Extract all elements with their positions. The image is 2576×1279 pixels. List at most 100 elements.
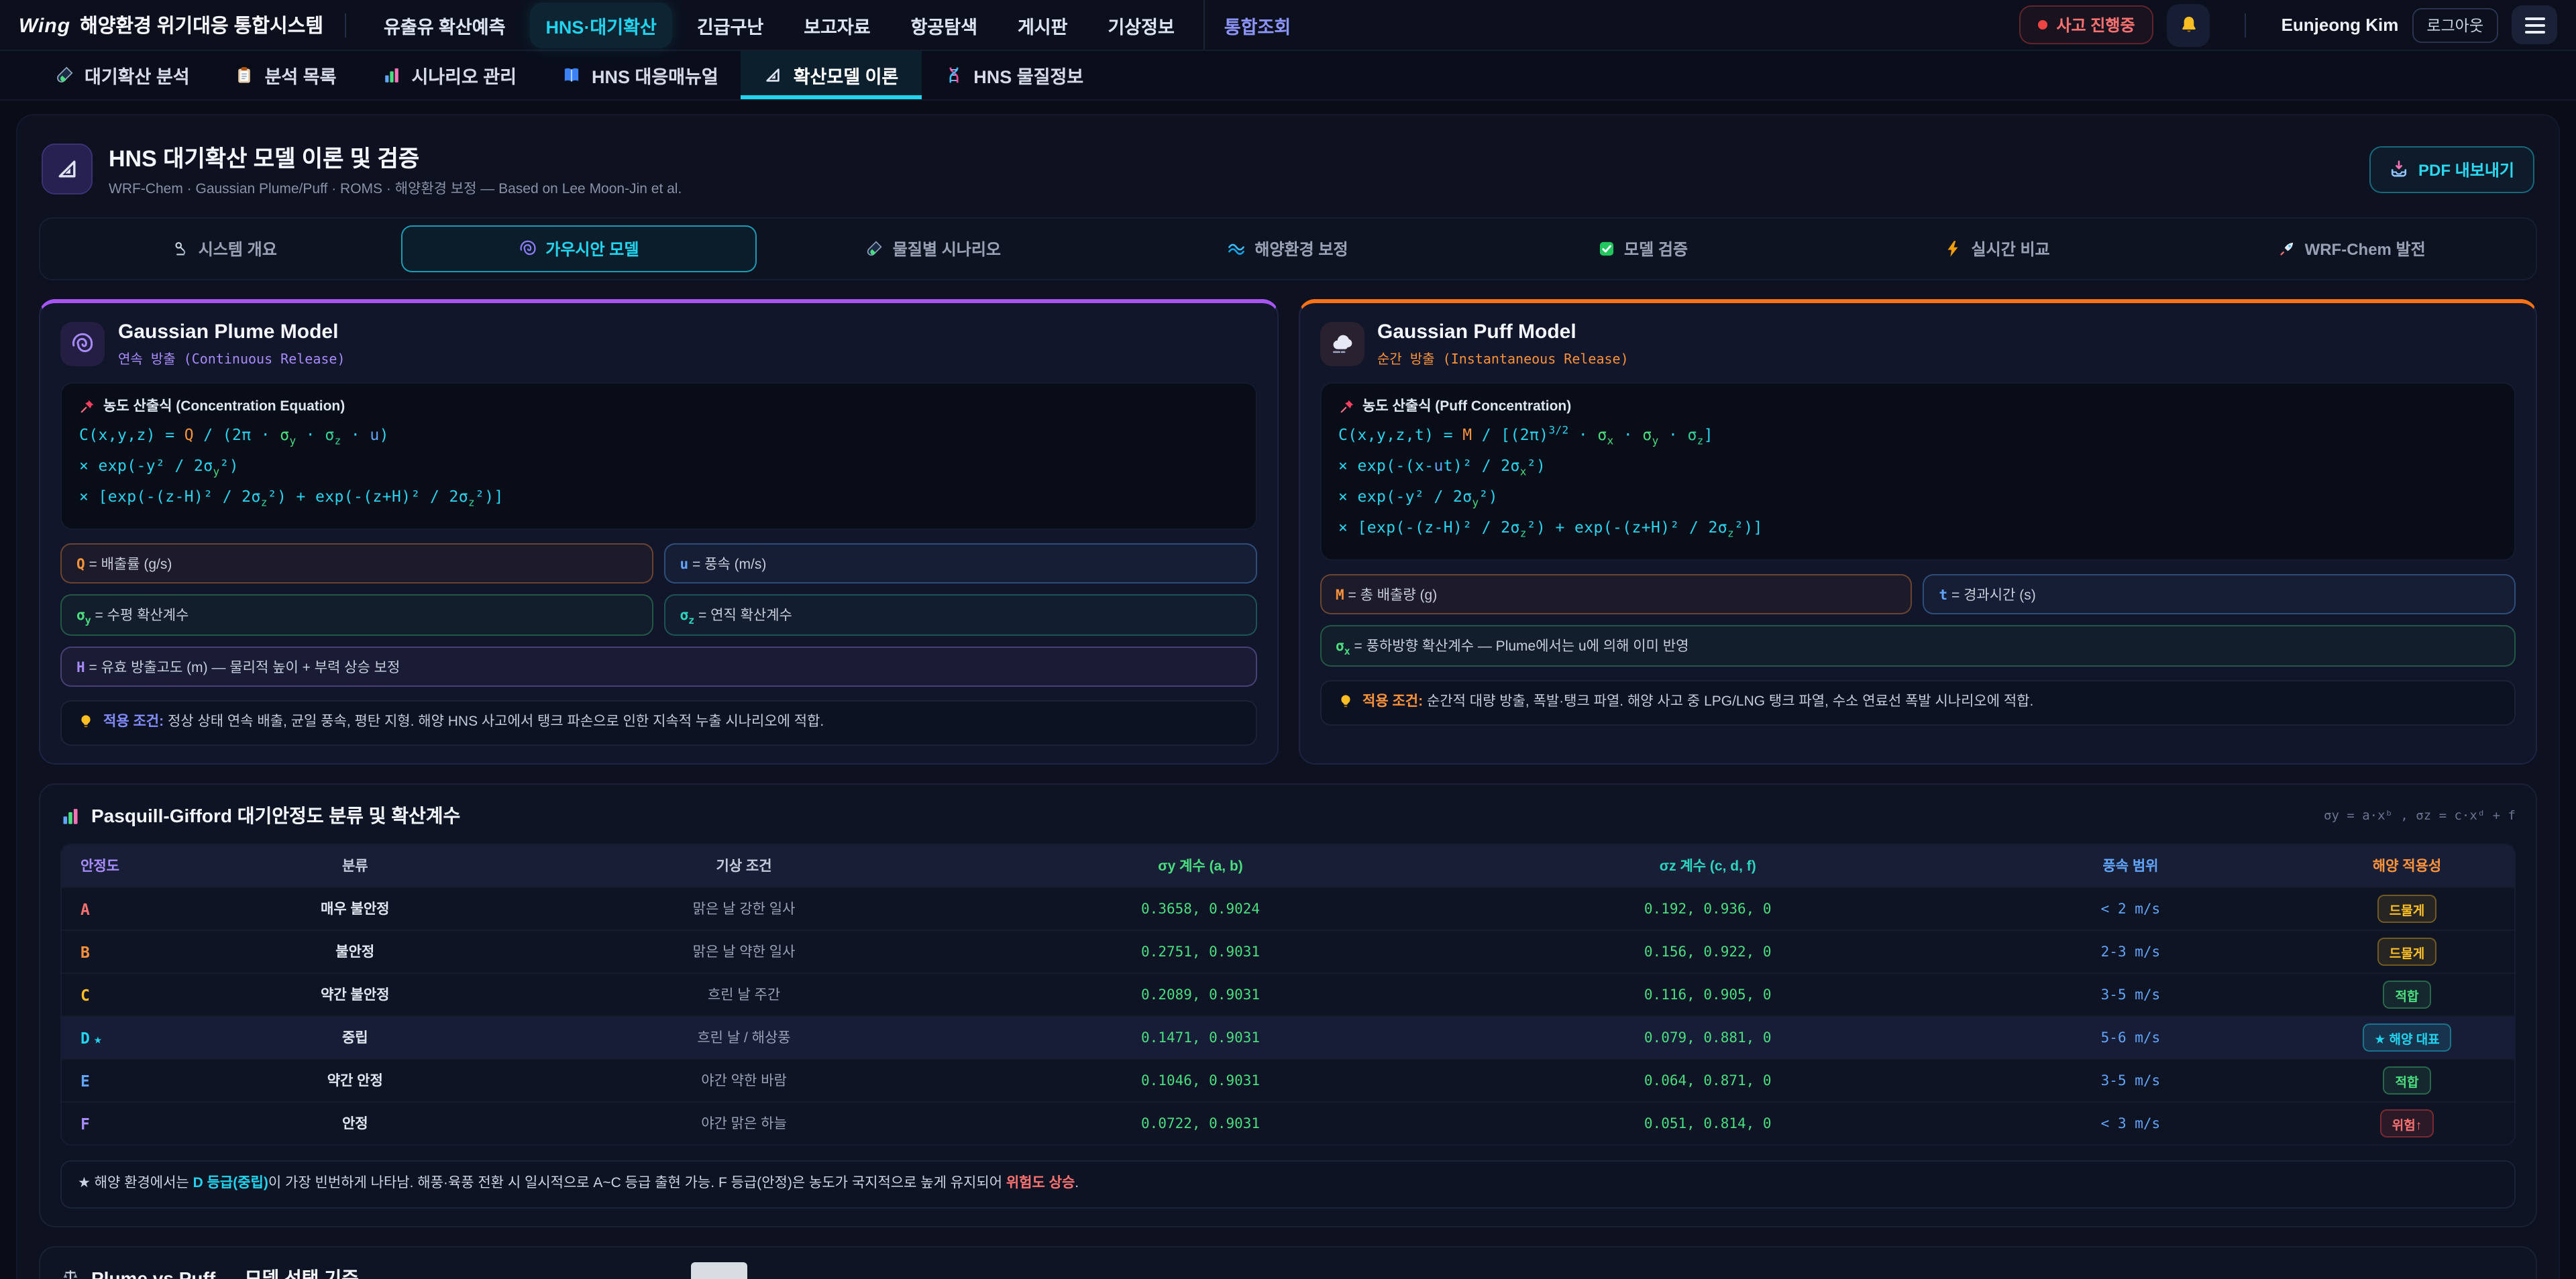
- subnav-tab-1[interactable]: 분석 목록: [213, 51, 360, 99]
- nav-item-5[interactable]: 게시판: [1002, 2, 1084, 48]
- spiral-icon: [519, 240, 536, 258]
- cell-badge: 적합: [2300, 1060, 2514, 1101]
- test-tube-icon: [866, 240, 883, 258]
- puff-note-text: 순간적 대량 방출, 폭발·탱크 파열. 해양 사고 중 LPG/LNG 탱크 …: [1427, 694, 2033, 710]
- plume-note-label: 적용 조건:: [103, 714, 164, 730]
- section-tab-label: 해양환경 보정: [1254, 237, 1348, 260]
- subnav-tab-4[interactable]: 확산모델 이론: [741, 51, 922, 99]
- hamburger-menu-button[interactable]: [2512, 5, 2557, 44]
- model-selection-title-wrap: Plume vs Puff — 모델 선택 기준: [60, 1265, 2516, 1279]
- notifications-button[interactable]: [2167, 3, 2210, 46]
- subnav-tab-label: 분석 목록: [265, 62, 337, 89]
- plume-card-subtitle: 연속 방출 (Continuous Release): [118, 347, 345, 368]
- gaussian-plume-card: Gaussian Plume Model 연속 방출 (Continuous R…: [39, 299, 1278, 765]
- section-tab-3[interactable]: 해양환경 보정: [1111, 225, 1466, 272]
- section-tab-0[interactable]: 시스템 개요: [47, 225, 402, 272]
- cell-klass: 매우 불안정: [169, 892, 541, 926]
- app-logo[interactable]: Wing 해양환경 위기대응 통합시스템: [19, 11, 323, 39]
- table-row-B: B불안정맑은 날 약한 일사0.2751, 0.90310.156, 0.922…: [62, 930, 2514, 972]
- incident-status-badge[interactable]: 사고 진행중: [2019, 5, 2153, 44]
- logo-mark: Wing: [19, 15, 70, 38]
- section-tab-4[interactable]: 모델 검증: [1465, 225, 1820, 272]
- scales-icon: [60, 1268, 80, 1279]
- section-tab-2[interactable]: 물질별 시나리오: [756, 225, 1111, 272]
- param-2: σy = 수평 확산계수: [60, 595, 653, 636]
- applicability-badge: ★ 해양 대표: [2362, 1023, 2452, 1052]
- model-selection-title: Plume vs Puff — 모델 선택 기준: [91, 1265, 359, 1279]
- subnav-tab-2[interactable]: 시나리오 관리: [359, 51, 539, 99]
- stability-grade: A: [62, 893, 169, 925]
- top-navigation-bar: Wing 해양환경 위기대응 통합시스템 유출유 확산예측HNS·대기확산긴급구…: [0, 0, 2576, 51]
- stability-grade: E: [62, 1064, 169, 1097]
- param-1: t = 경과시간 (s): [1923, 575, 2516, 615]
- param-symbol: σz: [680, 608, 695, 624]
- cell-badge: ★ 해양 대표: [2300, 1017, 2514, 1058]
- cell-sz: 0.051, 0.814, 0: [1454, 1109, 1962, 1138]
- plume-card-header: Gaussian Plume Model 연속 방출 (Continuous R…: [60, 321, 1256, 368]
- plume-card-icon-box: [60, 322, 105, 366]
- cell-sz: 0.192, 0.936, 0: [1454, 894, 1962, 924]
- nav-item-integrated-search[interactable]: 통합조회: [1224, 11, 1291, 38]
- topbar-right: 사고 진행중 Eunjeong Kim 로그아웃: [2019, 3, 2557, 46]
- puff-note-label: 적용 조건:: [1362, 694, 1423, 710]
- pdf-export-button[interactable]: PDF 내보내기: [2369, 146, 2534, 192]
- stability-table-note: ★ 해양 환경에서는 D 등급(중립)이 가장 빈번하게 나타남. 해풍·육풍 …: [60, 1160, 2516, 1209]
- section-tab-1[interactable]: 가우시안 모델: [402, 225, 757, 272]
- table-column-header-5: 풍속 범위: [1962, 845, 2300, 887]
- equation-line-1: × exp(-y² / 2σy²): [79, 452, 1238, 483]
- subnav-tab-label: HNS 물질정보: [973, 62, 1083, 89]
- applicability-badge: 적합: [2383, 981, 2431, 1009]
- page-header: HNS 대기확산 모델 이론 및 검증 WRF-Chem · Gaussian …: [42, 140, 2534, 199]
- cell-wind: < 3 m/s: [1962, 1109, 2300, 1138]
- plume-note-text: 정상 상태 연속 배출, 균일 풍속, 평탄 지형. 해양 HNS 사고에서 탱…: [168, 714, 824, 730]
- subnav-tab-0[interactable]: 대기확산 분석: [32, 51, 213, 99]
- test-tube-icon: [55, 66, 74, 85]
- equation-line-0: C(x,y,z,t) = M / [(2π)3/2 · σx · σy · σz…: [1338, 421, 2497, 452]
- stability-table-header-row: Pasquill-Gifford 대기안정도 분류 및 확산계수 σy = a·…: [60, 802, 2516, 829]
- nav-item-1[interactable]: HNS·대기확산: [529, 2, 672, 48]
- nav-item-3[interactable]: 보고자료: [788, 2, 886, 48]
- param-desc: = 배출률 (g/s): [85, 557, 172, 573]
- pin-icon: [1338, 398, 1354, 414]
- cell-badge: 적합: [2300, 974, 2514, 1015]
- cell-sz: 0.116, 0.905, 0: [1454, 980, 1962, 1009]
- puff-equation-block: 농도 산출식 (Puff Concentration) C(x,y,z,t) =…: [1320, 382, 2516, 561]
- nav-item-0[interactable]: 유출유 확산예측: [368, 2, 521, 48]
- plume-card-title: Gaussian Plume Model: [118, 321, 345, 343]
- cell-wind: 5-6 m/s: [1962, 1023, 2300, 1052]
- puff-equation-label-row: 농도 산출식 (Puff Concentration): [1338, 396, 2497, 416]
- applicability-badge: 위험↑: [2380, 1109, 2434, 1137]
- cell-sy: 0.0722, 0.9031: [947, 1109, 1454, 1138]
- bulb-icon: [78, 714, 94, 730]
- subnav-tab-label: HNS 대응매뉴얼: [592, 62, 718, 89]
- section-tab-label: 모델 검증: [1624, 237, 1688, 260]
- param-desc: = 유효 방출고도 (m) — 물리적 높이 + 부력 상승 보정: [85, 660, 400, 676]
- nav-special-wrap: 통합조회: [1204, 0, 1291, 50]
- stability-grade: D★: [62, 1021, 169, 1054]
- param-3: σz = 연직 확산계수: [664, 595, 1257, 636]
- nav-item-4[interactable]: 항공탐색: [895, 2, 994, 48]
- subnav-tab-label: 대기확산 분석: [85, 62, 190, 89]
- stability-grade: F: [62, 1107, 169, 1139]
- param-symbol: Q: [76, 557, 85, 573]
- sigma-formula-note: σy = a·xᵇ , σz = c·xᵈ + f: [2324, 808, 2516, 823]
- bell-icon: [2179, 15, 2199, 35]
- param-desc: = 풍하방향 확산계수 — Plume에서는 u에 의해 이미 반영: [1350, 638, 1689, 655]
- section-tab-6[interactable]: WRF-Chem 발전: [2174, 225, 2529, 272]
- logout-button[interactable]: 로그아웃: [2412, 7, 2498, 42]
- section-tab-5[interactable]: 실시간 비교: [1820, 225, 2175, 272]
- subnav-tab-5[interactable]: HNS 물질정보: [921, 51, 1106, 99]
- puff-cloud-icon: [1330, 333, 1353, 355]
- param-desc: = 연직 확산계수: [694, 608, 792, 624]
- nav-item-2[interactable]: 긴급구난: [681, 2, 780, 48]
- param-desc: = 총 배출량 (g): [1344, 588, 1438, 604]
- nav-item-6[interactable]: 기상정보: [1091, 2, 1190, 48]
- puff-card-header: Gaussian Puff Model 순간 방출 (Instantaneous…: [1320, 321, 2516, 368]
- set-square-icon: [764, 66, 783, 85]
- stability-table-title-wrap: Pasquill-Gifford 대기안정도 분류 및 확산계수: [60, 802, 460, 829]
- subnav-tab-3[interactable]: HNS 대응매뉴얼: [539, 51, 741, 99]
- cell-klass: 약간 안정: [169, 1064, 541, 1097]
- page-title: HNS 대기확산 모델 이론 및 검증: [109, 140, 682, 173]
- param-symbol: t: [1939, 588, 1948, 604]
- param-symbol: u: [680, 557, 689, 573]
